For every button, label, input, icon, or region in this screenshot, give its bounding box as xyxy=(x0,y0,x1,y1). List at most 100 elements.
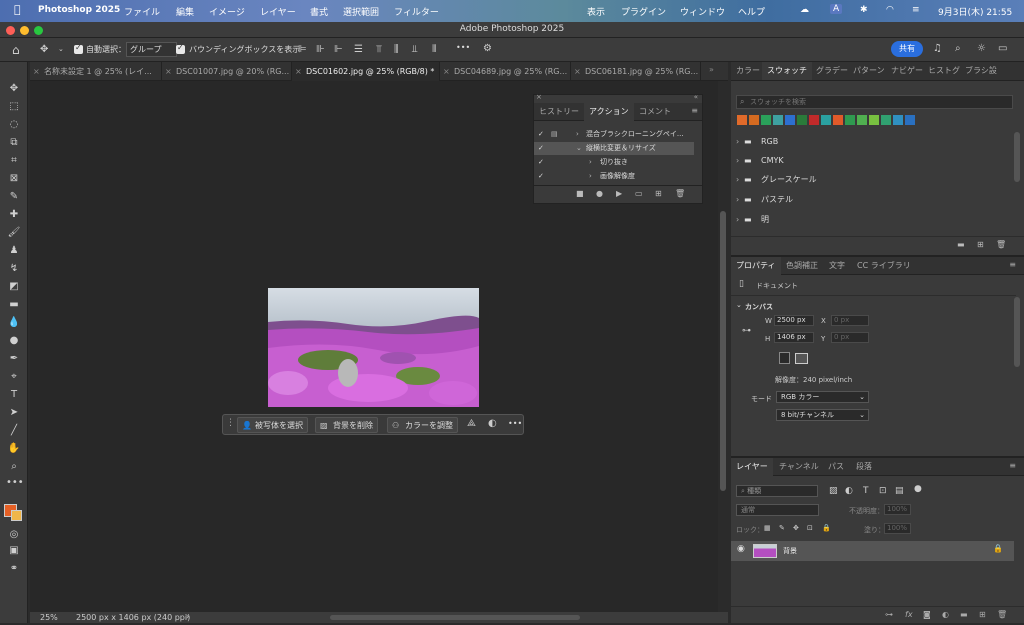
clone-stamp-icon[interactable]: ♟ xyxy=(6,244,22,258)
new-layer-icon[interactable]: ⊞ xyxy=(979,610,986,619)
lasso-tool-icon[interactable]: ◌ xyxy=(6,118,22,132)
auto-select-checkbox[interactable] xyxy=(74,43,83,54)
tab-navigator[interactable]: ナビゲー xyxy=(886,62,928,80)
distribute-icon[interactable]: ☰ xyxy=(354,44,363,55)
lightbulb-icon[interactable]: ☼ xyxy=(977,43,986,54)
menu-type[interactable]: 書式 xyxy=(310,5,328,18)
layer-name[interactable]: 背景 xyxy=(783,546,797,556)
blur-tool-icon[interactable]: 💧 xyxy=(6,316,22,330)
color-swatch[interactable] xyxy=(893,115,903,125)
lock-all-icon[interactable]: 🔒 xyxy=(822,524,831,532)
apple-icon[interactable]:  xyxy=(14,3,21,16)
fill-input[interactable]: 100% xyxy=(884,523,911,534)
lock-image-icon[interactable]: ✎ xyxy=(779,524,785,532)
shape-filter-icon[interactable]: ⊡ xyxy=(879,486,887,496)
horizontal-scrollbar[interactable] xyxy=(330,615,580,620)
tab-brush-settings[interactable]: ブラシ設 xyxy=(960,62,1002,80)
trash-icon[interactable]: 🗑 xyxy=(675,189,685,198)
adjustment-layer-icon[interactable]: ◐ xyxy=(942,610,949,619)
tab-patterns[interactable]: パターン xyxy=(848,62,890,80)
crop-suggest-icon[interactable]: ⟁ xyxy=(467,418,476,429)
adjust-color-button[interactable]: ⚇ カラーを調整 xyxy=(387,417,458,433)
color-swatch[interactable] xyxy=(785,115,795,125)
lock-position-icon[interactable]: ✥ xyxy=(793,524,799,532)
menu-plugins[interactable]: プラグイン xyxy=(621,5,666,18)
menu-help[interactable]: ヘルプ xyxy=(738,5,765,18)
bit-depth-select[interactable]: 8 bit/チャンネル ⌄ xyxy=(776,409,869,421)
home-icon[interactable]: ⌂ xyxy=(12,43,20,57)
close-panel-icon[interactable]: × xyxy=(536,93,542,101)
adjustment-filter-icon[interactable]: ◐ xyxy=(845,486,853,496)
tab-properties[interactable]: プロパティ xyxy=(731,257,781,275)
select-subject-button[interactable]: 👤 被写体を選択 xyxy=(237,417,308,433)
chevron-right-icon[interactable]: › xyxy=(736,210,739,229)
crop-tool-icon[interactable]: ⌗ xyxy=(6,154,22,168)
dodge-tool-icon[interactable]: ● xyxy=(6,334,22,348)
zoom-level[interactable]: 25% xyxy=(40,613,58,622)
fx-icon[interactable]: fx xyxy=(905,610,913,619)
action-step-row[interactable]: ✓ › 画像解像度 xyxy=(534,170,694,183)
tab-layers[interactable]: レイヤー xyxy=(731,458,773,476)
gradient-tool-icon[interactable]: ▬ xyxy=(6,298,22,312)
chevron-right-icon[interactable]: › xyxy=(186,612,189,621)
share-button[interactable]: 共有 xyxy=(891,41,923,57)
tabs-overflow-icon[interactable]: » xyxy=(709,65,714,74)
tab-adjustments[interactable]: 色調補正 xyxy=(781,257,823,275)
chevron-right-icon[interactable]: › xyxy=(589,156,592,169)
align-center-icon[interactable]: ⊪ xyxy=(316,44,325,55)
close-tab-icon[interactable]: × xyxy=(443,62,450,81)
line-tool-icon[interactable]: ╱ xyxy=(6,424,22,438)
opacity-input[interactable]: 100% xyxy=(884,504,911,515)
align-left-icon[interactable]: ⊫ xyxy=(298,44,307,55)
document-tab-active[interactable]: × DSC01602.jpg @ 25% (RGB/8) * xyxy=(292,62,440,81)
show-bbox-checkbox[interactable] xyxy=(176,43,185,54)
swatches-scrollbar[interactable] xyxy=(1014,132,1020,182)
menu-layer[interactable]: レイヤー xyxy=(260,5,296,18)
action-step-row[interactable]: ✓ › 切り抜き xyxy=(534,156,694,169)
action-row[interactable]: ✓ ▤ › 混合ブラシクローニングペイ... xyxy=(534,128,694,141)
workspace-icon[interactable]: ▭ xyxy=(998,43,1007,54)
panel-menu-icon[interactable]: ≡ xyxy=(1009,461,1016,470)
zoom-tool-icon[interactable]: ⌕ xyxy=(6,460,22,474)
menu-view[interactable]: 表示 xyxy=(587,5,605,18)
color-swatch[interactable] xyxy=(821,115,831,125)
search-icon[interactable]: ⌕ xyxy=(955,43,961,54)
chevron-right-icon[interactable]: › xyxy=(736,190,739,209)
tab-history[interactable]: ヒストリー xyxy=(534,103,584,121)
trash-icon[interactable]: 🗑 xyxy=(996,240,1006,249)
move-tool-icon[interactable]: ✥ xyxy=(6,82,22,96)
smart-object-filter-icon[interactable]: ▤ xyxy=(895,486,904,496)
align-right-icon[interactable]: ⊩ xyxy=(334,44,343,55)
menu-select[interactable]: 選択範囲 xyxy=(343,5,379,18)
brush-tool-icon[interactable]: 🖌 xyxy=(6,226,22,240)
document-tab[interactable]: × 名称未設定 1 @ 25% (レイ... xyxy=(30,62,162,81)
check-icon[interactable]: ✓ xyxy=(538,142,544,155)
check-icon[interactable]: ✓ xyxy=(538,128,544,141)
eyedropper-tool-icon[interactable]: ✎ xyxy=(6,190,22,204)
contrast-icon[interactable]: ◐ xyxy=(488,418,497,429)
tab-paths[interactable]: パス xyxy=(823,458,849,476)
healing-brush-icon[interactable]: ✚ xyxy=(6,208,22,222)
tab-paragraph[interactable]: 段落 xyxy=(851,458,877,476)
tab-histogram[interactable]: ヒストグ xyxy=(923,62,965,80)
color-swatch[interactable] xyxy=(749,115,759,125)
tab-channels[interactable]: チャンネル xyxy=(774,458,824,476)
mask-icon[interactable]: ◙ xyxy=(923,610,931,619)
document-info[interactable]: 2500 px x 1406 px (240 ppi) xyxy=(76,613,190,622)
chevron-down-icon[interactable]: ⌄ xyxy=(576,142,582,155)
tab-actions[interactable]: アクション xyxy=(584,103,634,121)
color-swatch[interactable] xyxy=(833,115,843,125)
chevron-down-icon[interactable]: ⌄ xyxy=(736,301,742,309)
object-select-tool-icon[interactable]: ⧉ xyxy=(6,136,22,150)
more-tools-icon[interactable]: ••• xyxy=(6,476,24,490)
align-bottom-icon[interactable]: ⫫ xyxy=(412,44,418,55)
play-icon[interactable]: ▶ xyxy=(616,189,622,198)
quick-mask-icon[interactable]: ◎ xyxy=(6,528,22,542)
bluetooth-icon[interactable]: ✱ xyxy=(860,5,868,15)
chevron-right-icon[interactable]: › xyxy=(736,170,739,189)
tab-character[interactable]: 文字 xyxy=(824,257,850,275)
document-tab[interactable]: × DSC04689.jpg @ 25% (RG... xyxy=(440,62,571,81)
eraser-tool-icon[interactable]: ◩ xyxy=(6,280,22,294)
tab-comments[interactable]: コメント xyxy=(634,103,676,121)
height-input[interactable]: 1406 px xyxy=(774,332,814,343)
